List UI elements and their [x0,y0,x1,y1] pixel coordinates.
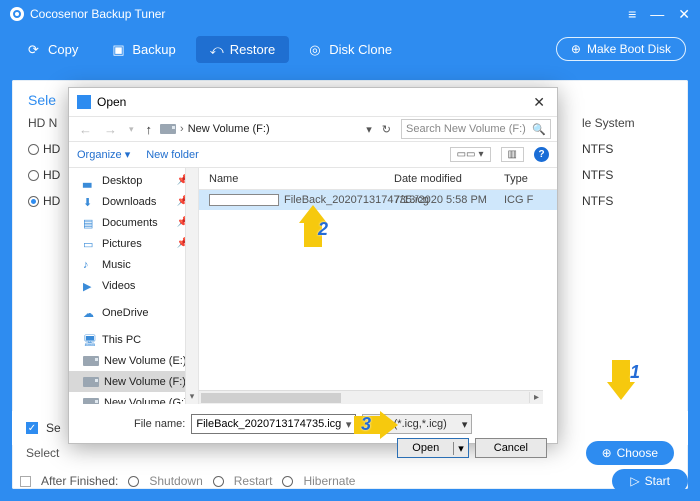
download-icon: ⬇ [83,196,97,208]
chevron-down-icon[interactable]: ▾ [125,124,138,135]
filetype-select[interactable]: Files (*.icg,*.icg)▾ [362,414,472,434]
app-title: Cocosenor Backup Tuner [30,7,165,21]
cloud-icon: ☁ [83,307,97,319]
preview-pane-button[interactable]: ▥ [501,147,524,162]
desktop-icon: ▃ [83,175,97,187]
file-row[interactable]: FileBack_2020713174735.icg 7/13/2020 5:5… [199,190,557,210]
app-logo [10,7,24,21]
main-toolbar: ⟳Copy ▣Backup ⤺Restore ◎Disk Clone ⊕Make… [0,28,700,70]
radio-icon[interactable] [28,196,39,207]
tree-item-documents[interactable]: ▤Documents📌 [69,212,198,233]
search-icon: 🔍 [532,123,546,136]
checkbox-icon[interactable]: ✓ [26,422,38,434]
radio-icon[interactable] [28,170,39,181]
refresh-icon[interactable]: ↻ [382,123,391,136]
tree-item-videos[interactable]: ▶Videos [69,275,198,296]
save-icon: ▣ [112,42,126,56]
tree-item-thispc[interactable]: 🖥This PC [69,329,198,350]
after-label: After Finished: [41,474,118,488]
dialog-close-icon[interactable]: ✕ [529,94,549,111]
pc-icon: 🖥 [83,334,97,346]
drive-icon [83,377,99,387]
radio-icon[interactable] [128,476,139,487]
restore-button[interactable]: ⤺Restore [196,36,290,63]
view-mode-button[interactable]: ▭▭ ▾ [450,147,491,162]
radio-icon[interactable] [282,476,293,487]
radio-icon[interactable] [28,144,39,155]
nav-up-icon[interactable]: ↑ [142,122,157,137]
organize-menu[interactable]: Organize ▾ [77,148,130,161]
file-icon [209,194,279,206]
disk-clone-button[interactable]: ◎Disk Clone [295,36,406,63]
tree-item-music[interactable]: ♪Music [69,254,198,275]
start-button[interactable]: ▷Start [612,469,688,493]
nav-back-icon[interactable]: ← [75,122,96,137]
documents-icon: ▤ [83,217,97,229]
videos-icon: ▶ [83,280,97,292]
music-icon: ♪ [83,259,97,271]
dialog-title: Open [97,95,126,109]
tree-item-drive-f[interactable]: New Volume (F:) [69,371,198,392]
dialog-nav: ← → ▾ ↑ › New Volume (F:) ▾ ↻ Search New… [69,116,557,142]
minimize-icon[interactable]: — [650,6,664,23]
path-bar[interactable]: › New Volume (F:) ▾ ↻ [160,123,397,136]
chevron-down-icon[interactable]: ▾ [453,442,468,455]
file-columns[interactable]: Name Date modified Type [199,168,557,190]
radio-icon[interactable] [213,476,224,487]
cancel-button[interactable]: Cancel [475,438,547,458]
drive-icon [160,124,176,134]
select-label: Select [26,446,59,460]
tree-scrollbar[interactable]: ▾ [185,168,198,404]
plus-circle-icon: ⊕ [602,446,612,460]
make-boot-disk-button[interactable]: ⊕Make Boot Disk [556,37,686,61]
drive-icon [83,398,99,405]
play-icon: ▷ [630,474,639,488]
refresh-icon: ⟳ [28,42,42,56]
plus-icon: ⊕ [571,42,581,56]
choose-button[interactable]: ⊕Choose [586,441,674,465]
backup-button[interactable]: ▣Backup [98,36,189,63]
after-checkbox[interactable] [20,476,31,487]
copy-button[interactable]: ⟳Copy [14,36,92,63]
restore-icon: ⤺ [210,42,224,56]
folder-tree[interactable]: ▃Desktop📌 ⬇Downloads📌 ▤Documents📌 ▭Pictu… [69,168,199,404]
clone-icon: ◎ [309,42,323,56]
menu-icon[interactable]: ≡ [628,6,636,23]
tree-item-drive-e[interactable]: New Volume (E:) [69,350,198,371]
filename-input[interactable]: FileBack_2020713174735.icg▾ [191,414,356,434]
open-button[interactable]: Open▾ [397,438,468,458]
drive-icon [83,356,99,366]
title-bar: Cocosenor Backup Tuner ≡ — ✕ [0,0,700,28]
horizontal-scrollbar[interactable]: ▸ [199,390,543,404]
open-file-dialog: Open ✕ ← → ▾ ↑ › New Volume (F:) ▾ ↻ Sea… [68,87,558,444]
tree-item-desktop[interactable]: ▃Desktop📌 [69,170,198,191]
filename-label: File name: [134,418,185,430]
help-icon[interactable]: ? [534,147,549,162]
tree-item-onedrive[interactable]: ☁OneDrive [69,302,198,323]
tree-item-pictures[interactable]: ▭Pictures📌 [69,233,198,254]
pictures-icon: ▭ [83,238,97,250]
tree-item-drive-g[interactable]: New Volume (G:) [69,392,198,404]
close-icon[interactable]: ✕ [678,6,690,23]
tree-item-downloads[interactable]: ⬇Downloads📌 [69,191,198,212]
search-input[interactable]: Search New Volume (F:) 🔍 [401,119,551,139]
se-label: Se [46,421,61,435]
nav-forward-icon[interactable]: → [100,122,121,137]
new-folder-button[interactable]: New folder [146,149,199,161]
dialog-icon [77,95,91,109]
